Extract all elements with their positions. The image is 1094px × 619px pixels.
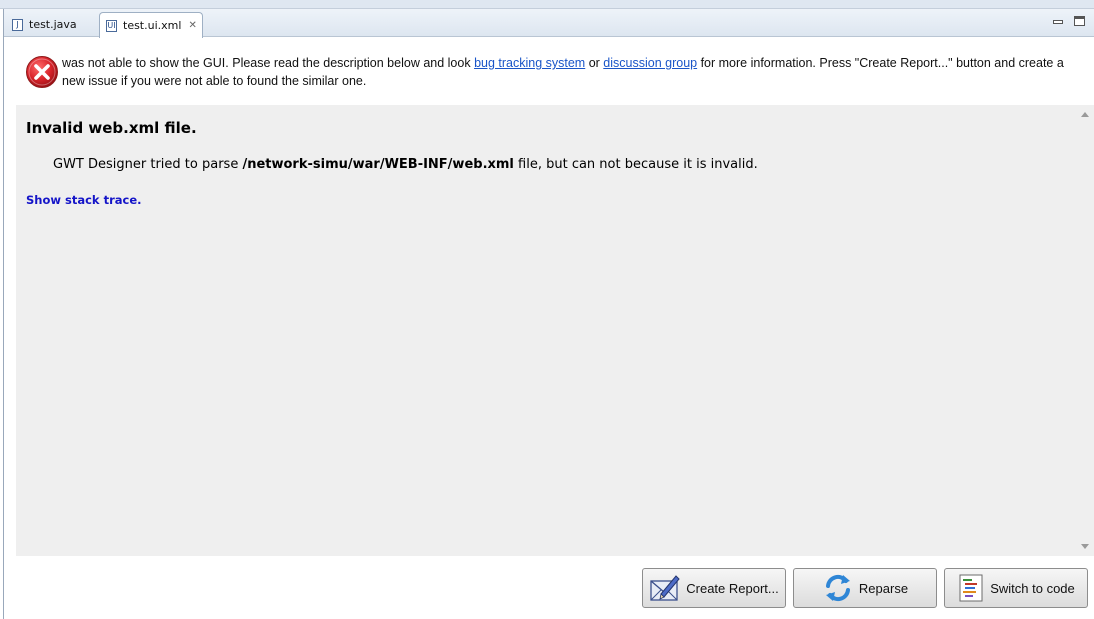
error-icon <box>26 56 58 88</box>
refresh-icon <box>825 574 850 602</box>
switch-to-code-button[interactable]: Switch to code <box>944 568 1088 608</box>
close-tab-icon[interactable]: ✕ <box>188 20 196 31</box>
error-details-panel: Invalid web.xml file. GWT Designer tried… <box>16 105 1094 556</box>
tab-label: test.ui.xml <box>123 19 182 32</box>
editor-area: J test.java UI test.ui.xml ✕ was not abl… <box>3 9 1094 619</box>
show-stack-trace-link[interactable]: Show stack trace. <box>26 193 141 207</box>
error-message-text: was not able to show the GUI. Please rea… <box>62 56 1064 88</box>
bug-tracking-link[interactable]: bug tracking system <box>474 56 585 70</box>
scroll-down-arrow-icon[interactable] <box>1081 544 1089 549</box>
error-message-area: was not able to show the GUI. Please rea… <box>4 38 1094 106</box>
file-path: /network-simu/war/WEB-INF/web.xml <box>242 157 514 172</box>
maximize-icon[interactable] <box>1074 16 1085 26</box>
tab-test-java[interactable]: J test.java <box>6 12 98 37</box>
error-description: GWT Designer tried to parse /network-sim… <box>53 157 758 172</box>
reparse-button[interactable]: Reparse <box>793 568 937 608</box>
ui-xml-file-icon: UI <box>106 19 117 32</box>
envelope-report-icon <box>650 575 680 601</box>
tab-test-ui-xml[interactable]: UI test.ui.xml ✕ <box>99 12 203 38</box>
create-report-button[interactable]: Create Report... <box>642 568 786 608</box>
editor-tab-bar: J test.java UI test.ui.xml ✕ <box>4 9 1094 38</box>
tab-label: test.java <box>29 18 77 31</box>
scroll-up-arrow-icon[interactable] <box>1081 112 1089 117</box>
minimize-icon[interactable] <box>1052 16 1063 26</box>
code-file-icon <box>959 574 983 602</box>
java-file-icon: J <box>12 18 23 31</box>
window-top-strip <box>0 0 1094 9</box>
vertical-scrollbar[interactable] <box>1077 105 1094 556</box>
error-title: Invalid web.xml file. <box>26 119 197 137</box>
discussion-group-link[interactable]: discussion group <box>603 56 697 70</box>
